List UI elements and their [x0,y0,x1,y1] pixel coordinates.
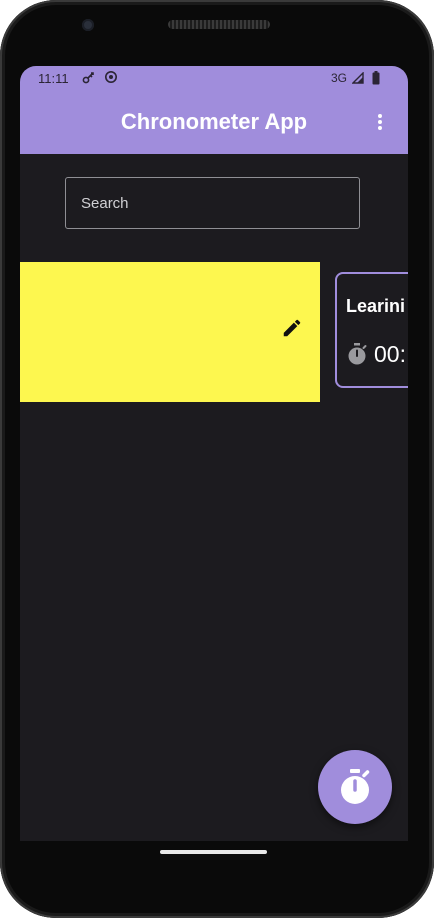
stopwatch-icon [348,343,367,365]
chronometer-card[interactable]: Learini 00: [335,272,408,388]
add-chronometer-button[interactable] [318,750,392,824]
key-icon [82,72,94,84]
front-camera [82,19,94,31]
more-vert-icon [378,114,382,130]
stopwatch-icon [341,769,370,804]
elapsed-time: 00: [374,341,406,367]
network-type: 3G [331,71,348,85]
chronometer-card-yellow[interactable] [20,262,320,402]
screen: 11:11 3G Chronometer App Search Learini … [20,66,408,841]
app-bar: Chronometer App [20,92,408,154]
battery-icon [372,71,380,85]
overflow-menu-button[interactable] [366,108,394,136]
signal-icon [352,72,364,84]
status-time: 11:11 [38,71,69,86]
search-input[interactable] [65,177,360,229]
gesture-navigation-handle[interactable] [160,850,267,854]
status-bar: 11:11 3G [20,66,408,92]
pencil-icon[interactable] [281,317,303,339]
chronometer-title: Learini [346,296,406,316]
device-frame: 11:11 3G Chronometer App Search Learini … [0,0,434,918]
sync-icon [105,71,117,83]
earpiece-speaker [168,20,270,29]
app-title: Chronometer App [120,109,308,134]
